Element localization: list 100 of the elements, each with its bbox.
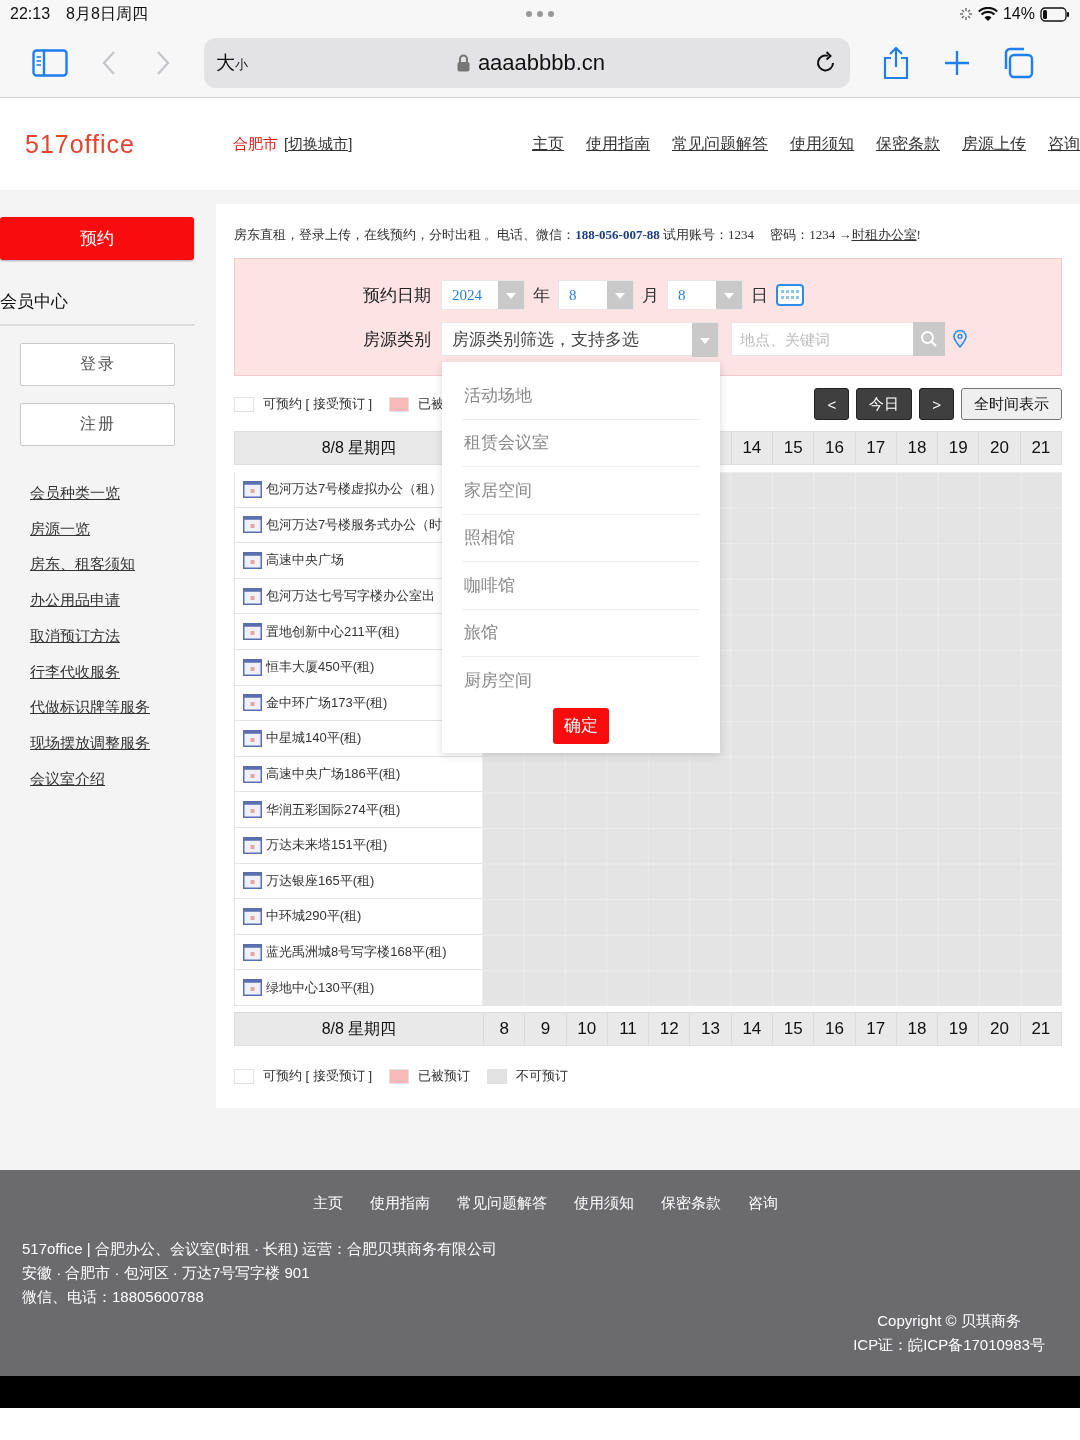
location-pin-icon[interactable] [953,330,967,348]
room-name[interactable]: 中环城290平(租) [266,907,362,926]
category-select[interactable]: 房源类别筛选，支持多选 [441,322,719,356]
calendar-icon [243,480,262,498]
new-tab-icon[interactable] [944,49,970,76]
room-name[interactable]: 金中环广场173平(租) [266,693,388,712]
url-text: aaaabbbb.cn [477,49,606,76]
calendar-icon [243,801,262,819]
nav-button[interactable]: 今日 [856,388,913,420]
hour-heading: 13 [689,1013,731,1045]
more-dots-icon [525,10,555,18]
hour-heading: 11 [606,1013,649,1045]
book-button[interactable]: 预约 [0,217,194,260]
sidebar-link[interactable]: 行李代收服务 [30,653,120,690]
hour-heading: 17 [854,1013,896,1045]
tabs-icon[interactable] [1002,46,1034,79]
day-select[interactable]: 8 [667,280,743,310]
notice-text: 房东直租，登录上传，在线预约，分时出租 。电话、微信：188-056-007-88 试用账号：1234 密码：1234 →时租办公室! [234,226,922,244]
unit-label: 月 [642,284,659,307]
calendar-icon [243,907,262,925]
nav-link[interactable]: 使用须知 [790,133,854,155]
hour-heading: 17 [854,432,896,464]
footer-link[interactable]: 使用指南 [369,1194,430,1213]
dropdown-option[interactable]: 咖啡馆 [462,562,700,610]
room-name[interactable]: 置地创新中心211平(租) [266,622,400,641]
nav-link[interactable]: 房源上传 [962,133,1026,155]
field-label: 房源类别 [362,328,431,351]
room-name[interactable]: 中星城140平(租) [266,729,362,748]
dropdown-option[interactable]: 租赁会议室 [462,419,700,467]
sidebar-link[interactable]: 房东、租客须知 [30,546,135,583]
calendar-icon [243,729,262,747]
search-icon [920,330,938,348]
footer-link[interactable]: 咨询 [747,1194,778,1213]
room-name[interactable]: 万达未来塔151平(租) [266,836,388,855]
nav-button[interactable]: 全时间表示 [961,388,1062,420]
calendar-icon [243,587,262,605]
search-field[interactable]: 地点、关键词 [731,322,913,356]
footer-link[interactable]: 保密条款 [660,1194,721,1213]
nav-link[interactable]: 咨询 [1048,133,1080,155]
nav-link[interactable]: 常见问题解答 [672,133,768,155]
clock-time: 22:13 [10,5,51,23]
notice-link[interactable]: 时租办公室 [851,227,917,242]
sidebar-link[interactable]: 取消预订方法 [30,617,120,654]
calendar-icon [243,872,262,890]
day-heading: 8/8 星期四 [321,437,397,458]
room-name[interactable]: 包河万达7号楼服务式办公（时 [266,515,443,534]
nav-link[interactable]: 保密条款 [876,133,940,155]
sidebar-link[interactable]: 房源一览 [30,510,90,547]
footer-link[interactable]: 常见问题解答 [456,1194,547,1213]
caret-icon [607,281,633,309]
hour-heading: 20 [978,432,1020,464]
sidebar-icon[interactable] [32,48,68,77]
sidebar-link[interactable]: 办公用品申请 [30,582,120,618]
confirm-button[interactable]: 确定 [553,707,609,744]
address-bar[interactable]: 大小 aaaabbbb.cn [204,37,850,88]
nav-button[interactable]: < [814,388,850,420]
footer-link[interactable]: 使用须知 [573,1194,634,1213]
room-name[interactable]: 华润五彩国际274平(租) [266,800,401,819]
dropdown-option[interactable]: 厨房空间 [462,657,700,705]
status-date: 8月8日周四 [66,3,148,24]
dropdown-option[interactable]: 旅馆 [462,609,700,657]
room-name[interactable]: 高速中央广场186平(租) [266,765,401,784]
room-name[interactable]: 万达银座165平(租) [266,871,375,890]
hour-heading: 21 [1019,432,1061,464]
hour-heading: 14 [730,432,772,464]
calendar-icon [243,694,262,712]
sidebar-link[interactable]: 会员种类一览 [30,475,120,511]
dropdown-option[interactable]: 家居空间 [462,467,700,515]
legend-label: 可预约 [ 接受预订 ] [263,1067,373,1085]
icp-text: ICP证：皖ICP备17010983号 [853,1335,1045,1355]
dropdown-option[interactable]: 活动场地 [462,372,700,420]
nav-link[interactable]: 主页 [532,133,564,155]
dropdown-option[interactable]: 照相馆 [462,514,700,562]
unit-label: 年 [533,284,550,307]
room-name[interactable]: 包河万达七号写字楼办公室出 [266,587,435,606]
year-select[interactable]: 2024 [441,280,525,310]
room-name[interactable]: 绿地中心130平(租) [266,978,375,997]
hour-heading: 15 [772,1013,814,1045]
hour-heading: 18 [895,1013,938,1045]
battery-icon [1040,6,1070,22]
hour-heading: 12 [648,1013,690,1045]
share-icon[interactable] [882,45,910,80]
nav-link[interactable]: 使用指南 [586,133,650,155]
calendar-icon[interactable] [776,284,804,306]
account-button[interactable]: 登录 [20,343,175,386]
room-name[interactable]: 高速中央广场 [266,551,344,570]
room-name[interactable]: 蓝光禹洲城8号写字楼168平(租) [266,943,447,961]
nav-button[interactable]: > [919,388,954,420]
footer-link[interactable]: 主页 [312,1194,343,1213]
month-select[interactable]: 8 [558,280,634,310]
sidebar-link[interactable]: 代做标识牌等服务 [30,689,150,725]
account-button[interactable]: 注册 [20,403,175,446]
room-name[interactable]: 恒丰大厦450平(租) [266,658,375,677]
section-title: 会员中心 [0,290,195,326]
sidebar-link[interactable]: 会议室介绍 [30,760,105,797]
text-size-button[interactable]: 大小 [216,49,248,76]
room-name[interactable]: 包河万达7号楼虚拟办公（租） [266,480,443,499]
switch-city-link[interactable]: [切换城市] [284,134,353,154]
sidebar-link[interactable]: 现场摆放调整服务 [30,724,150,761]
copyright-text: Copyright © 贝琪商务 [877,1311,1021,1331]
